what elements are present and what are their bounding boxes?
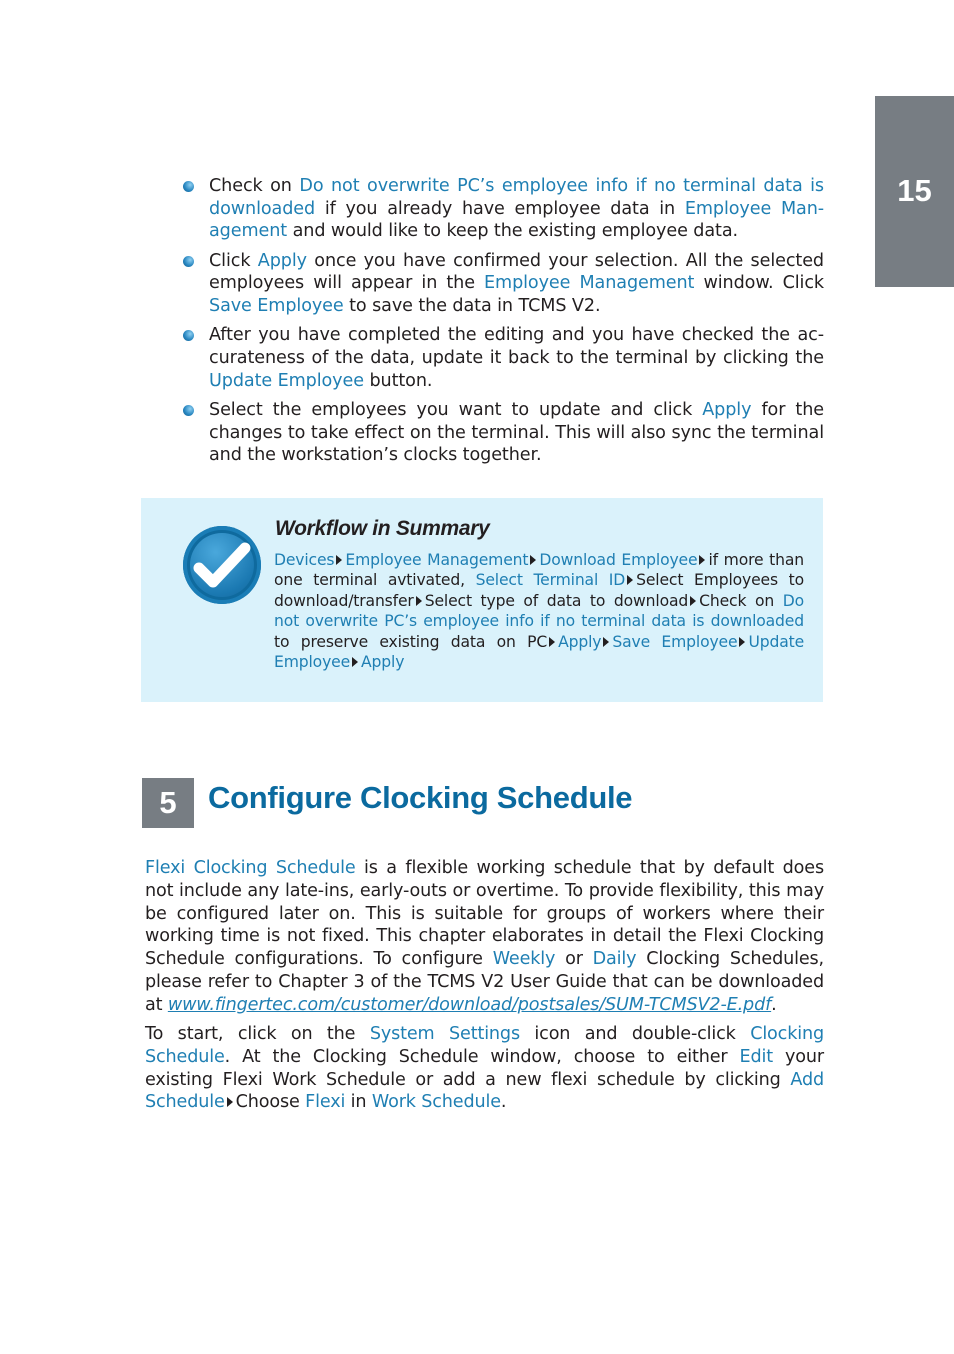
ui-term: Download Employee bbox=[539, 551, 698, 569]
text-run: Select the employees you want to update … bbox=[209, 399, 703, 420]
instructions-paragraph: To start, click on the System Settings i… bbox=[145, 1023, 824, 1114]
arrow-right-icon bbox=[603, 636, 610, 647]
text-run: Check on bbox=[209, 176, 300, 196]
text-run: if you already have employee data in bbox=[315, 198, 685, 219]
workflow-summary-box: Workflow in Summary Devices Employee Mana… bbox=[141, 498, 823, 702]
arrow-right-icon bbox=[415, 595, 422, 606]
ui-term: Weekly bbox=[492, 949, 556, 970]
ui-term: Work Schedule bbox=[371, 1092, 501, 1113]
ui-term: Update Employee bbox=[209, 370, 364, 391]
workflow-step: Download Employee bbox=[539, 551, 697, 569]
arrow-right-icon bbox=[627, 575, 634, 586]
text-run: to save the data in TCMS V2. bbox=[343, 296, 601, 317]
list-item-text: Click Apply once you have confirmed your… bbox=[209, 251, 824, 316]
text-run: Check on bbox=[699, 591, 783, 610]
text-run: . At the Clocking Schedule window, choos… bbox=[224, 1046, 740, 1067]
text-run: to preserve existing data on PC bbox=[274, 632, 548, 651]
ui-term: Save Employee bbox=[612, 632, 738, 651]
arrow-right-icon bbox=[690, 595, 697, 606]
list-item: After you have completed the editing and… bbox=[182, 324, 824, 392]
ui-term: Devices bbox=[274, 551, 335, 569]
list-item-text: Select the employees you want to update … bbox=[209, 400, 824, 465]
text-run: After you have completed the editing and… bbox=[209, 325, 824, 368]
intro-paragraph: Flexi Clocking Schedule is a flexible wo… bbox=[145, 857, 824, 1017]
page-number: 15 bbox=[897, 173, 932, 208]
ui-term: Apply bbox=[361, 653, 405, 672]
text-run: button. bbox=[363, 370, 433, 391]
ui-term: Apply bbox=[558, 632, 602, 651]
checkmark-icon bbox=[183, 526, 261, 604]
summary-title: Workflow in Summary bbox=[275, 517, 490, 540]
ui-term: Apply bbox=[702, 399, 752, 420]
text-run: Choose bbox=[235, 1092, 306, 1113]
arrow-right-icon bbox=[530, 555, 537, 565]
download-link[interactable]: www.fingertec.com/customer/download/post… bbox=[168, 995, 771, 1015]
arrow-right-icon bbox=[352, 657, 359, 668]
arrow-right-icon bbox=[699, 555, 706, 565]
text-run: window. Click bbox=[694, 273, 825, 294]
ui-term: Daily bbox=[592, 949, 637, 970]
text-run: . bbox=[771, 994, 777, 1015]
ui-term: Flexi Clocking Schedule bbox=[145, 858, 356, 878]
text-run: To start, click on the bbox=[145, 1024, 370, 1044]
page-number-tab: 15 bbox=[875, 96, 954, 287]
instruction-list: Check on Do not overwrite PC’s employee … bbox=[182, 175, 824, 473]
ui-term: Select Terminal ID bbox=[475, 571, 626, 590]
list-item-text: Check on Do not overwrite PC’s employee … bbox=[209, 176, 824, 241]
workflow-step: Employee Management bbox=[345, 551, 528, 569]
workflow-step: Apply bbox=[361, 653, 404, 671]
text-run: Select type of data to download bbox=[424, 591, 689, 610]
text-run: . bbox=[500, 1092, 507, 1113]
list-item: Select the employees you want to update … bbox=[182, 399, 824, 467]
workflow-step: Apply bbox=[558, 633, 601, 651]
arrow-right-icon bbox=[549, 636, 556, 647]
section-number: 5 bbox=[142, 778, 194, 828]
text-run: and would like to keep the existing empl… bbox=[287, 221, 739, 242]
text-run: in bbox=[345, 1092, 372, 1113]
arrow-right-icon bbox=[336, 555, 343, 565]
list-item: Check on Do not overwrite PC’s employee … bbox=[182, 175, 824, 243]
workflow-step: Save Employee bbox=[612, 633, 737, 651]
workflow-step: Devices bbox=[274, 551, 335, 569]
ui-term: Save Employee bbox=[209, 296, 344, 317]
list-item-text: After you have completed the editing and… bbox=[209, 325, 824, 390]
ui-term: Employee Management bbox=[345, 551, 529, 569]
ui-term: Apply bbox=[257, 250, 307, 271]
arrow-right-icon bbox=[226, 1097, 233, 1108]
section-title: Configure Clocking Schedule bbox=[208, 780, 633, 815]
ui-term: Edit bbox=[739, 1046, 774, 1067]
ui-term: Flexi bbox=[305, 1092, 346, 1113]
bullet-icon bbox=[183, 181, 194, 192]
workflow-step: Select type of data to download bbox=[424, 591, 689, 610]
arrow-right-icon bbox=[739, 636, 746, 647]
bullet-icon bbox=[183, 404, 194, 416]
summary-steps: Devices Employee Management Download Emplo… bbox=[274, 550, 804, 672]
bullet-icon bbox=[183, 255, 194, 267]
ui-term: Employee Management bbox=[484, 273, 695, 294]
list-item: Click Apply once you have confirmed your… bbox=[182, 250, 824, 318]
text-run: or bbox=[555, 949, 593, 970]
bullet-icon bbox=[183, 330, 194, 342]
ui-term: System Settings bbox=[369, 1024, 520, 1044]
text-run: icon and double-click bbox=[519, 1024, 751, 1044]
text-run: Click bbox=[209, 250, 258, 271]
